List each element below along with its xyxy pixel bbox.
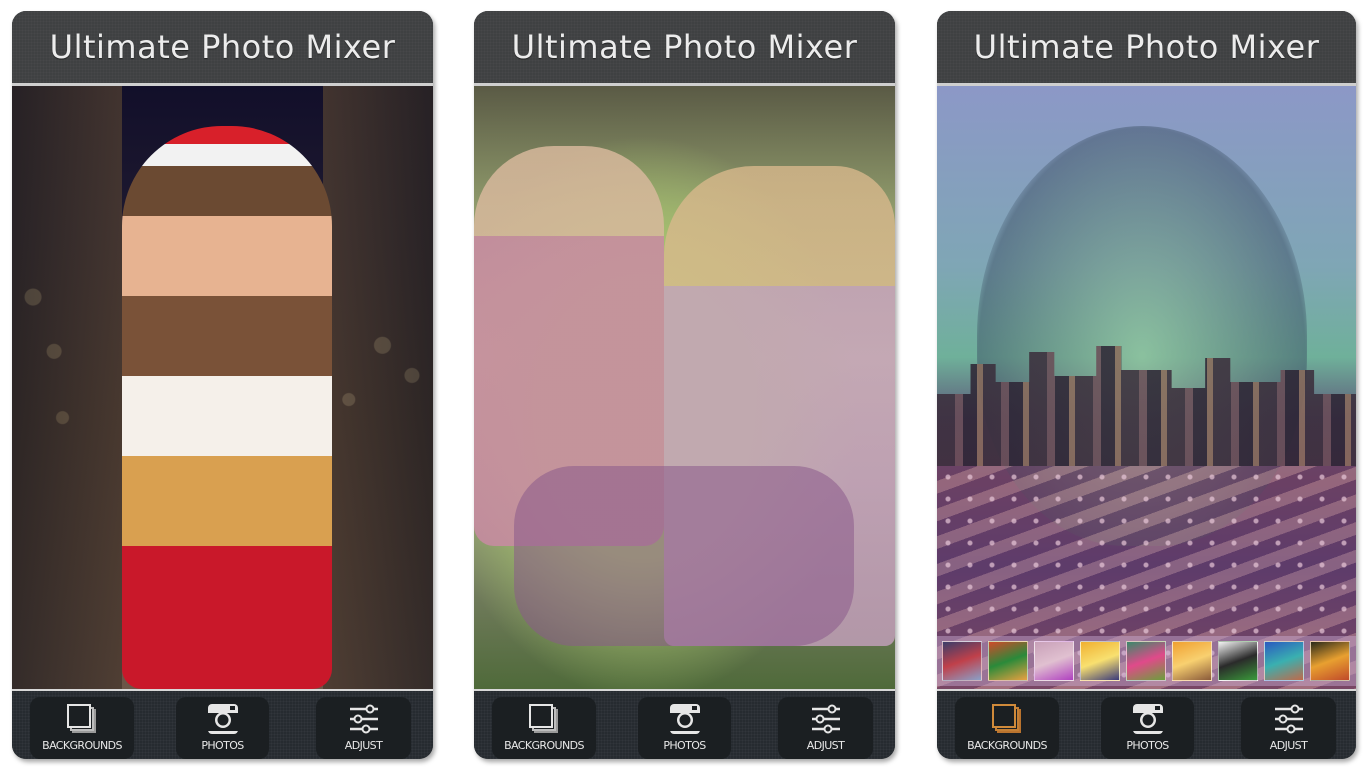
- sliders-icon: [349, 704, 378, 734]
- photos-label: PHOTOS: [201, 739, 244, 752]
- background-thumbnail-colorful-landscape[interactable]: [988, 641, 1028, 681]
- backgrounds-stack-icon: [67, 704, 96, 733]
- background-thumbnail-flowers-green[interactable]: [1126, 641, 1166, 681]
- adjust-button[interactable]: ADJUST: [1241, 697, 1336, 759]
- photos-button[interactable]: PHOTOS: [176, 697, 269, 759]
- backgrounds-stack-icon: [529, 704, 558, 733]
- backgrounds-label: BACKGROUNDS: [967, 739, 1047, 752]
- building-left: [12, 86, 122, 689]
- adjust-label: ADJUST: [344, 739, 383, 752]
- photos-button[interactable]: PHOTOS: [1101, 697, 1194, 759]
- bottom-toolbar: BACKGROUNDS PHOTOS ADJUST: [12, 689, 433, 759]
- backgrounds-button[interactable]: BACKGROUNDS: [492, 697, 596, 759]
- adjust-button[interactable]: ADJUST: [778, 697, 873, 759]
- mixed-photo-canvas[interactable]: [12, 86, 433, 689]
- bottom-toolbar: BACKGROUNDS PHOTOS ADJUST: [937, 689, 1356, 759]
- screenshot-panel-2: Ultimate Photo Mixer BACKGROUNDS PHOTOS: [474, 11, 895, 759]
- legs-overlay: [514, 466, 854, 646]
- photos-label: PHOTOS: [1126, 739, 1169, 752]
- screenshot-panel-3: Ultimate Photo Mixer BACKGROUNDS PHOTOS …: [937, 11, 1356, 759]
- app-title: Ultimate Photo Mixer: [973, 28, 1320, 66]
- backgrounds-label: BACKGROUNDS: [42, 739, 122, 752]
- camera-icon: [207, 704, 238, 734]
- background-thumbnail-sunset-sea[interactable]: [1080, 641, 1120, 681]
- app-header: Ultimate Photo Mixer: [12, 11, 433, 86]
- camera-icon: [1132, 704, 1163, 734]
- app-header: Ultimate Photo Mixer: [474, 11, 895, 86]
- backgrounds-label: BACKGROUNDS: [504, 739, 584, 752]
- mixed-photo-canvas[interactable]: [474, 86, 895, 689]
- background-thumbnail-city-light-trails[interactable]: [1172, 641, 1212, 681]
- backgrounds-button[interactable]: BACKGROUNDS: [955, 697, 1059, 759]
- photos-button[interactable]: PHOTOS: [638, 697, 731, 759]
- sliders-icon: [1274, 704, 1303, 734]
- background-thumbnail-golden-night-tree[interactable]: [1310, 641, 1350, 681]
- app-header: Ultimate Photo Mixer: [937, 11, 1356, 86]
- background-thumbnail-soccer-ball[interactable]: [1218, 641, 1258, 681]
- app-title: Ultimate Photo Mixer: [511, 28, 858, 66]
- app-title: Ultimate Photo Mixer: [49, 28, 396, 66]
- sliders-icon: [811, 704, 840, 734]
- building-right: [323, 86, 433, 689]
- adjust-button[interactable]: ADJUST: [316, 697, 411, 759]
- bottom-toolbar: BACKGROUNDS PHOTOS ADJUST: [474, 689, 895, 759]
- backgrounds-button[interactable]: BACKGROUNDS: [30, 697, 134, 759]
- mixed-photo-canvas[interactable]: [937, 86, 1356, 689]
- background-thumbnail-bridge-lights[interactable]: [942, 641, 982, 681]
- woman-santa-figure: [122, 126, 332, 689]
- camera-icon: [669, 704, 700, 734]
- screenshot-panel-1: Ultimate Photo Mixer BACKGROUNDS PHOTOS: [12, 11, 433, 759]
- backgrounds-stack-icon: [992, 704, 1021, 733]
- photos-label: PHOTOS: [663, 739, 706, 752]
- adjust-label: ADJUST: [1269, 739, 1308, 752]
- adjust-label: ADJUST: [806, 739, 845, 752]
- background-thumbnail-city-skyline-blue[interactable]: [1264, 641, 1304, 681]
- background-thumbnail-pink-bokeh[interactable]: [1034, 641, 1074, 681]
